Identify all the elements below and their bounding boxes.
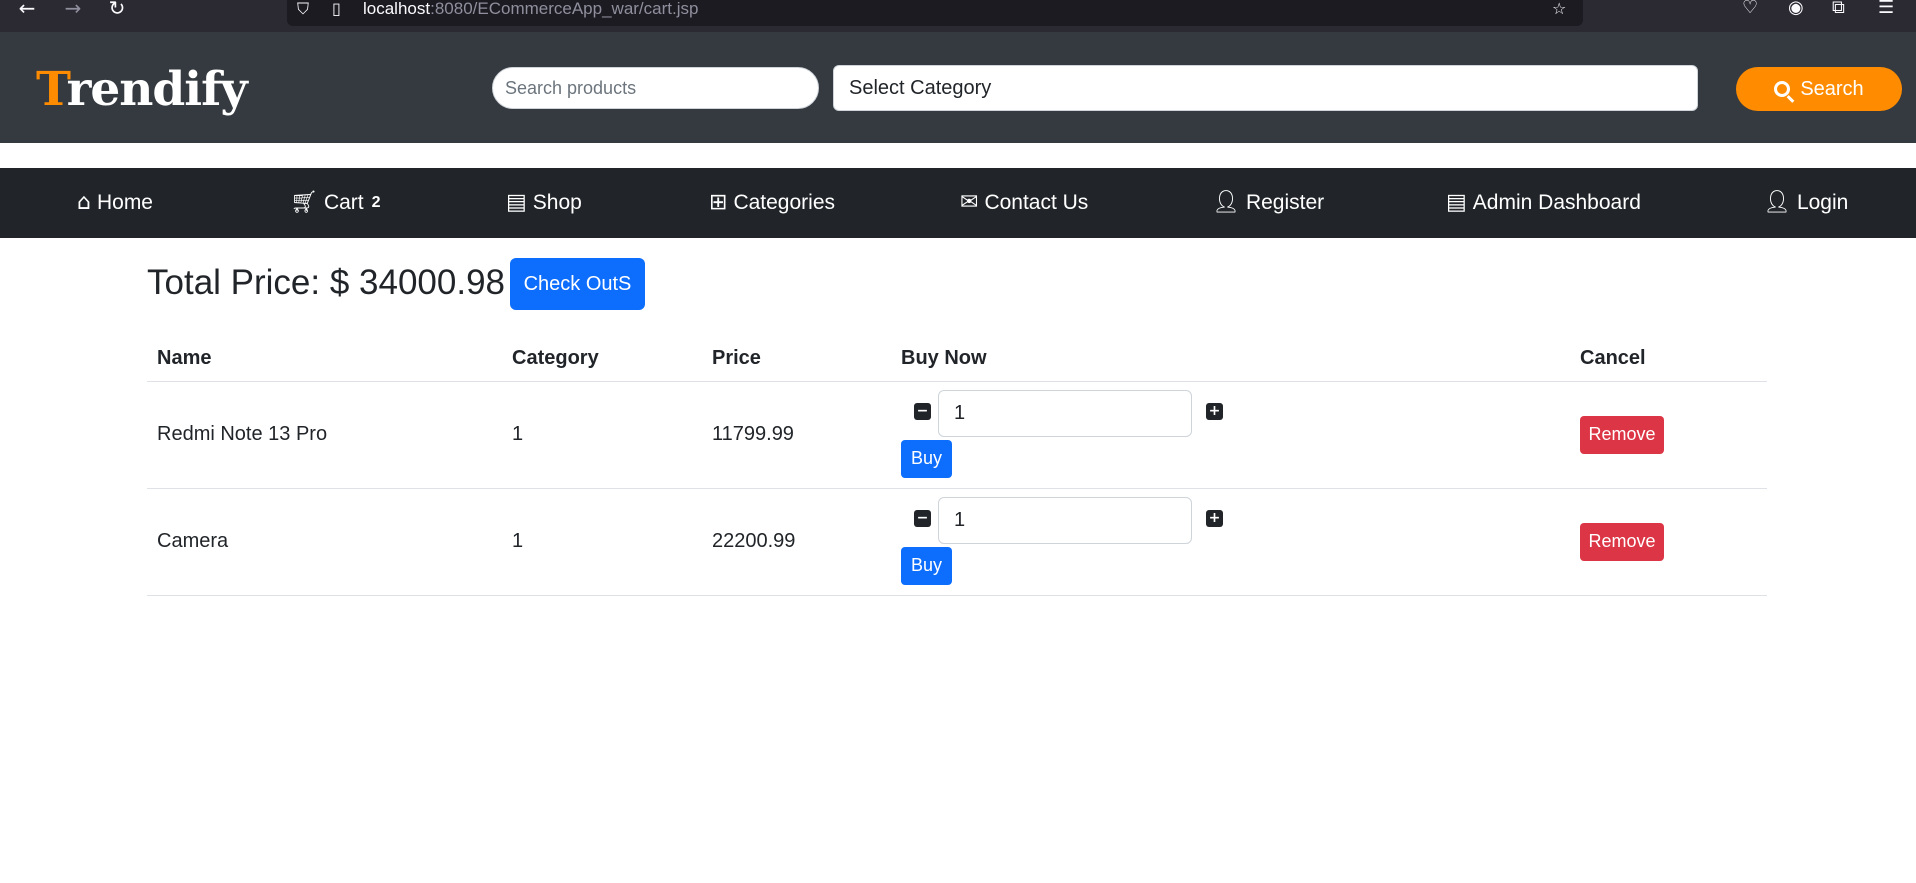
column-header-price: Price (702, 337, 891, 382)
nav-categories[interactable]: ⊞ Categories (709, 168, 835, 238)
column-header-cancel: Cancel (1570, 337, 1767, 382)
remove-button[interactable]: Remove (1580, 415, 1664, 454)
shield-icon[interactable]: ⛉ (297, 1, 309, 17)
column-header-category: Category (502, 337, 702, 382)
main-nav: ⌂ Home 🛒︎ Cart 2 ▤ Shop ⊞ Categories ✉ Contact… (0, 168, 1916, 238)
column-header-name: Name (147, 337, 502, 382)
nav-admin-label: Admin Dashboard (1472, 191, 1641, 214)
category-select[interactable]: Select Category (833, 65, 1698, 111)
user-plus-icon: 👤︎ (1212, 190, 1240, 215)
logo-rest: rendify (66, 62, 248, 117)
url-path: :8080/ECommerceApp_war/cart.jsp (430, 0, 699, 18)
remove-button[interactable]: Remove (1580, 522, 1664, 561)
table-row: Camera 1 22200.99 − 1 + Buy Remove (147, 488, 1767, 596)
store-icon: ▤ (1446, 190, 1467, 215)
nav-categories-label: Categories (733, 191, 835, 214)
extensions-icon[interactable]: ⧉ (1832, 0, 1845, 17)
plus-icon[interactable]: + (1206, 509, 1223, 527)
logo-first-letter: T (36, 62, 68, 117)
quantity-stepper: − 1 + Buy (901, 496, 1560, 587)
product-price: 11799.99 (702, 381, 891, 489)
grid-icon: ⊞ (709, 190, 728, 215)
search-button[interactable]: Search (1736, 67, 1902, 111)
nav-register-label: Register (1245, 191, 1325, 214)
address-bar[interactable]: ⛉ ▯ localhost:8080/ECommerceApp_war/cart… (287, 0, 1583, 26)
user-icon: 👤︎ (1763, 190, 1791, 215)
quantity-input[interactable]: 1 (938, 496, 1192, 544)
quantity-input[interactable]: 1 (938, 389, 1192, 437)
nav-login-label: Login (1796, 191, 1849, 214)
minus-icon[interactable]: − (914, 509, 931, 527)
search-icon (1774, 81, 1791, 97)
forward-icon[interactable]: → (58, 0, 88, 20)
product-price: 22200.99 (702, 488, 891, 596)
account-icon[interactable]: ◉ (1788, 0, 1804, 17)
buy-button[interactable]: Buy (901, 546, 952, 585)
nav-home-label: Home (96, 191, 153, 214)
buy-button[interactable]: Buy (901, 439, 952, 478)
nav-register[interactable]: 👤︎ Register (1212, 168, 1324, 238)
product-name: Camera (147, 488, 502, 596)
cart-icon: 🛒︎ (290, 190, 318, 215)
table-header-row: Name Category Price Buy Now Cancel (147, 337, 1767, 382)
product-name: Redmi Note 13 Pro (147, 381, 502, 489)
nav-contact[interactable]: ✉ Contact Us (960, 168, 1088, 238)
checkout-button[interactable]: Check OutS (510, 258, 645, 310)
page-icon: ▯ (332, 0, 341, 18)
bookmark-star-icon[interactable]: ☆ (1552, 1, 1566, 17)
product-category: 1 (502, 381, 702, 489)
quantity-stepper: − 1 + Buy (901, 389, 1560, 480)
cancel-cell: Remove (1570, 488, 1767, 596)
search-button-label: Search (1800, 77, 1864, 100)
minus-icon[interactable]: − (914, 402, 931, 420)
nav-home[interactable]: ⌂ Home (77, 168, 153, 238)
home-icon: ⌂ (77, 190, 91, 215)
column-header-buy-now: Buy Now (891, 337, 1570, 382)
cart-count-badge: 2 (371, 194, 381, 211)
table-row: Redmi Note 13 Pro 1 11799.99 − 1 + Buy R… (147, 381, 1767, 489)
nav-cart[interactable]: 🛒︎ Cart 2 (290, 168, 381, 238)
url-text[interactable]: localhost:8080/ECommerceApp_war/cart.jsp (363, 0, 698, 18)
nav-admin-dashboard[interactable]: ▤ Admin Dashboard (1446, 168, 1641, 238)
cart-table: Name Category Price Buy Now Cancel Redmi… (147, 337, 1767, 596)
search-input[interactable] (492, 67, 819, 109)
envelope-icon: ✉ (960, 190, 979, 215)
url-host: localhost (363, 0, 431, 18)
cancel-cell: Remove (1570, 381, 1767, 489)
reload-icon[interactable]: ↻ (102, 0, 132, 20)
buy-now-cell: − 1 + Buy (891, 488, 1570, 596)
buy-now-cell: − 1 + Buy (891, 381, 1570, 489)
browser-toolbar: ← → ↻ ⛉ ▯ localhost:8080/ECommerceApp_wa… (0, 0, 1916, 32)
nav-contact-label: Contact Us (984, 191, 1089, 214)
store-icon: ▤ (506, 190, 527, 215)
pocket-icon[interactable]: ♡ (1742, 0, 1758, 17)
nav-login[interactable]: 👤︎ Login (1763, 168, 1848, 238)
nav-shop[interactable]: ▤ Shop (506, 168, 582, 238)
plus-icon[interactable]: + (1206, 402, 1223, 420)
site-logo[interactable]: Trendify (36, 62, 248, 118)
back-icon[interactable]: ← (12, 0, 42, 20)
site-header: Trendify Select Category Search (0, 32, 1916, 143)
nav-shop-label: Shop (532, 191, 582, 214)
menu-icon[interactable]: ☰ (1878, 0, 1894, 17)
nav-cart-label: Cart (323, 191, 364, 214)
total-price: Total Price: $ 34000.98 (147, 263, 506, 302)
product-category: 1 (502, 488, 702, 596)
